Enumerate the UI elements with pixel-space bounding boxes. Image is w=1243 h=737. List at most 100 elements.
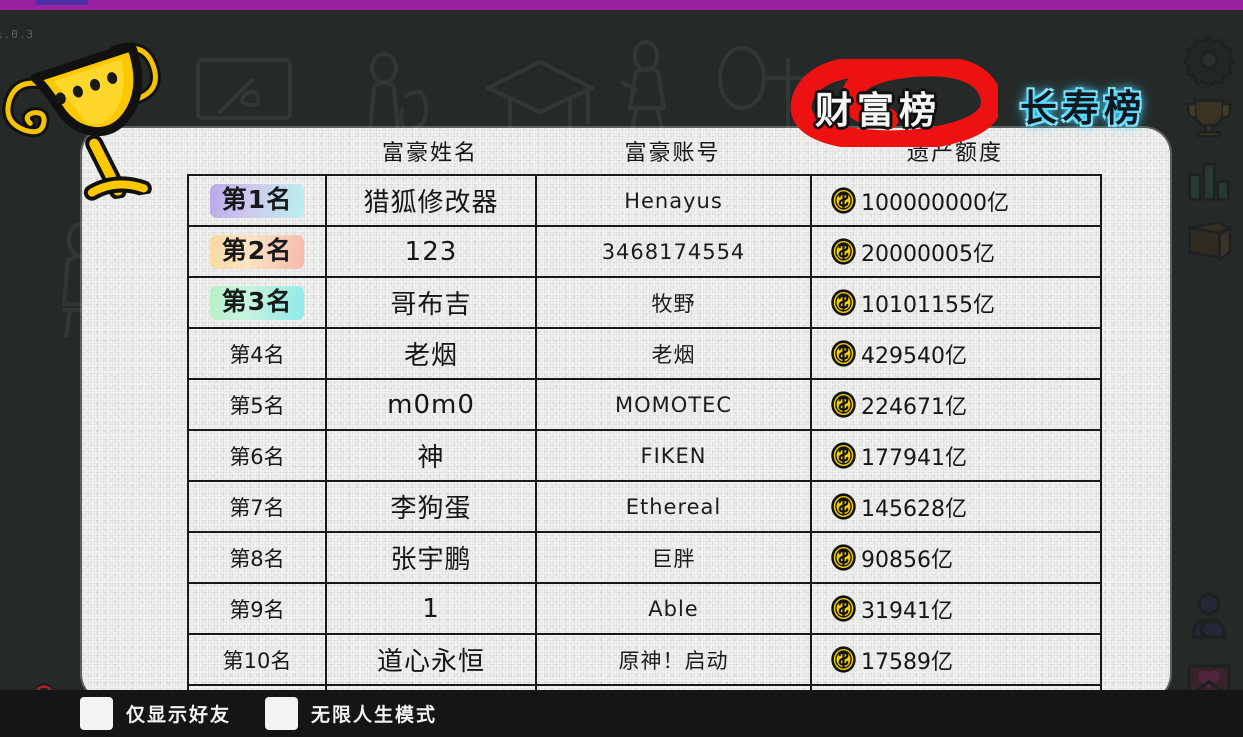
cell-rank: 第10名 [189,635,327,684]
player-account: 老烟 [651,342,696,367]
right-icon-rail [1177,10,1243,737]
cell-rank: 第6名 [189,431,327,480]
tab-wealth-ranking[interactable]: 财富榜 [815,80,941,134]
cell-account: 牧野 [537,278,812,327]
checkbox-friends-only[interactable]: 仅显示好友 [80,697,231,730]
player-money: 20000005亿 [861,241,995,267]
player-name: 张宇鹏 [390,545,472,575]
coin-icon [830,544,857,571]
leaderboard-panel: 富豪姓名 富豪账号 遗产额度 第1名 猎狐修改器 Henayus 100000000亿… [82,128,1170,700]
player-money: 31941亿 [861,598,953,624]
table-row[interactable]: 第1名 猎狐修改器 Henayus 100000000亿 [187,174,1102,225]
rank-badge: 第2名 [209,234,305,269]
table-row[interactable]: 第3名 哥布吉 牧野 10101155亿 [187,276,1102,327]
checkbox-box-infinite-life[interactable] [265,697,298,730]
cell-name: 李狗蛋 [327,482,537,531]
header-account: 富豪账号 [624,141,721,166]
cell-name: m0m0 [327,380,537,429]
player-account: Able [648,596,699,621]
cell-rank: 第1名 [189,176,327,225]
cell-name: 老烟 [327,329,537,378]
player-account: 3468174554 [601,239,746,264]
table-row[interactable]: 第10名 道心永恒 原神！启动 17589亿 [187,633,1102,684]
table-row[interactable]: 第2名 123 3468174554 20000005亿 [187,225,1102,276]
player-money: 224671亿 [861,394,967,420]
rank-label: 第8名 [229,546,285,571]
cell-money: 145628亿 [812,482,1102,531]
bar-chart-icon[interactable] [1181,152,1237,208]
cell-name: 张宇鹏 [327,533,537,582]
cell-name: 123 [327,227,537,276]
version-label: 1.0.3 [0,28,35,41]
cell-rank: 第4名 [189,329,327,378]
player-name: 李狗蛋 [390,494,472,524]
player-name: 123 [404,236,458,267]
coin-icon [830,391,857,418]
checkbox-infinite-life[interactable]: 无限人生模式 [265,697,437,730]
top-accent-strip-segment [36,0,88,5]
rank-label: 第6名 [229,444,285,469]
player-account: MOMOTEC [614,392,733,417]
rank-label: 第10名 [222,648,292,673]
coin-icon [830,187,857,214]
table-row[interactable]: 第5名 m0m0 MOMOTEC 224671亿 [187,378,1102,429]
cell-account: 3468174554 [537,227,812,276]
cell-account: Able [537,584,812,633]
cell-rank: 第5名 [189,380,327,429]
player-account: FIKEN [640,443,707,468]
leaderboard-rows[interactable]: 第1名 猎狐修改器 Henayus 100000000亿第2名 123 346817455… [187,174,1102,700]
player-account: 巨胖 [651,546,696,571]
cell-money: 90856亿 [812,533,1102,582]
checkbox-box-friends-only[interactable] [80,697,113,730]
header-name: 富豪姓名 [381,141,478,166]
cell-money: 31941亿 [812,584,1102,633]
table-row[interactable]: 第6名 神 FIKEN 177941亿 [187,429,1102,480]
checkbox-label-infinite-life: 无限人生模式 [311,704,438,726]
cell-rank: 第9名 [189,584,327,633]
table-row[interactable]: 第7名 李狗蛋 Ethereal 145628亿 [187,480,1102,531]
table-header-row: 富豪姓名 富豪账号 遗产额度 [82,128,1170,174]
player-name: 猎狐修改器 [363,188,499,218]
cell-rank: 第3名 [189,278,327,327]
player-name: 1 [422,593,440,624]
doodle-person-standing-icon [620,40,666,142]
cell-money: 100000000亿 [812,176,1102,225]
player-name: 道心永恒 [376,647,485,677]
coin-icon [830,442,857,469]
player-money: 17589亿 [861,649,953,675]
player-money: 429540亿 [861,343,967,369]
book-icon[interactable] [1181,212,1237,268]
player-account: 牧野 [651,291,696,316]
game-stage: 1.0.3 [0,10,1243,737]
player-account: Ethereal [625,494,722,519]
trophy-icon[interactable] [1181,90,1237,146]
rank-label: 第5名 [229,393,285,418]
player-name: 神 [417,443,445,473]
cell-account: 巨胖 [537,533,812,582]
cell-money: 20000005亿 [812,227,1102,276]
player-account: Henayus [624,188,723,213]
cell-account: MOMOTEC [537,380,812,429]
cell-name: 1 [327,584,537,633]
cell-account: Ethereal [537,482,812,531]
cell-account: 老烟 [537,329,812,378]
table-row[interactable]: 第9名 1 Able 31941亿 [187,582,1102,633]
cell-money: 177941亿 [812,431,1102,480]
cell-money: 17589亿 [812,635,1102,684]
cell-name: 猎狐修改器 [327,176,537,225]
coin-icon [830,493,857,520]
gear-icon[interactable] [1181,32,1237,88]
player-account: 原神！启动 [618,648,729,673]
coin-icon [830,340,857,367]
player-money: 90856亿 [861,547,953,573]
table-row[interactable]: 第4名 老烟 老烟 429540亿 [187,327,1102,378]
player-name: 老烟 [403,341,458,371]
bottom-toolbar: 仅显示好友 无限人生模式 [0,690,1243,737]
tab-longevity-ranking[interactable]: 长寿榜 [1020,78,1146,132]
player-name: 哥布吉 [390,290,472,320]
table-row[interactable]: 第8名 张宇鹏 巨胖 90856亿 [187,531,1102,582]
cell-name: 哥布吉 [327,278,537,327]
person-c-icon[interactable] [1181,590,1237,646]
coin-icon [830,595,857,622]
player-money: 100000000亿 [861,190,1009,216]
